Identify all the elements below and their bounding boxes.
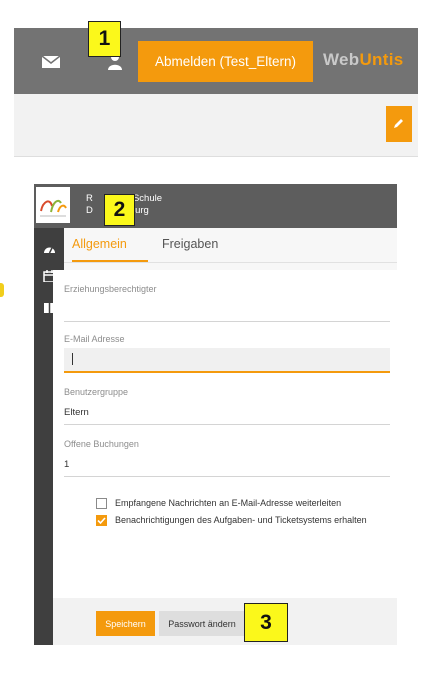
notify-checkbox[interactable] [96, 515, 107, 526]
forward-label: Empfangene Nachrichten an E-Mail-Adresse… [115, 498, 342, 508]
callout-2: 2 [104, 194, 135, 226]
callout-3: 3 [244, 603, 288, 642]
tab-releases[interactable]: Freigaben [162, 237, 218, 251]
text-cursor [72, 353, 73, 365]
email-label: E-Mail Adresse [64, 334, 125, 344]
envelope-icon[interactable] [41, 55, 61, 68]
notify-label: Benachrichtigungen des Aufgaben- und Tic… [115, 515, 367, 525]
dashboard-icon[interactable] [43, 242, 56, 254]
brand-web-text: Web [323, 50, 360, 69]
checkmark-icon [97, 517, 106, 525]
usergroup-field-line [64, 424, 390, 425]
email-field[interactable] [64, 348, 390, 373]
save-button[interactable]: Speichern [96, 611, 155, 636]
usergroup-value: Eltern [64, 407, 89, 418]
tab-general[interactable]: Allgemein [72, 237, 127, 251]
page-toolbar [14, 94, 418, 157]
logout-button[interactable]: Abmelden (Test_Eltern) [138, 41, 313, 82]
guardian-label: Erziehungsberechtigter [64, 284, 157, 294]
webuntis-logo: WebUntis [323, 50, 403, 70]
usergroup-label: Benutzergruppe [64, 387, 129, 397]
school-header: R -ch-Schule D omburg [34, 184, 397, 228]
edit-button[interactable] [386, 106, 412, 142]
forward-checkbox[interactable] [96, 498, 107, 509]
top-header: Abmelden (Test_Eltern) WebUntis [14, 28, 418, 94]
brand-untis-text: Untis [359, 50, 404, 69]
profile-form [53, 270, 397, 598]
callout-1: 1 [88, 21, 121, 57]
open-bookings-value: 1 [64, 459, 70, 470]
pencil-icon [394, 119, 403, 128]
school-logo [36, 187, 70, 223]
open-bookings-field-line [64, 476, 390, 477]
change-password-button[interactable]: Passwort ändern [159, 611, 245, 636]
active-tab-indicator [72, 260, 148, 262]
edge-marker [0, 283, 4, 297]
guardian-field[interactable] [64, 321, 390, 322]
open-bookings-label: Offene Buchungen [64, 439, 139, 449]
tab-bar: Allgemein Freigaben [64, 228, 397, 263]
